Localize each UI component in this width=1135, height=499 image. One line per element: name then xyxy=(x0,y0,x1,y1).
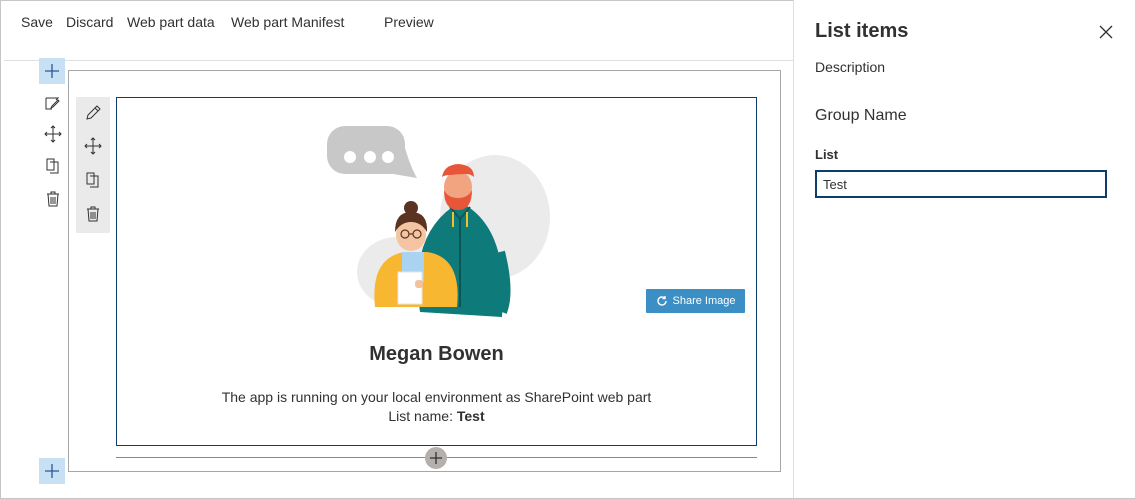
discard-button[interactable]: Discard xyxy=(66,14,113,30)
web-part-data-button[interactable]: Web part data xyxy=(127,14,215,30)
preview-button[interactable]: Preview xyxy=(384,14,434,30)
people-illustration xyxy=(327,126,550,317)
delete-section-icon[interactable] xyxy=(43,189,63,209)
list-name-label: List name: xyxy=(388,408,453,424)
add-icon xyxy=(430,452,442,464)
add-section-bottom-button[interactable] xyxy=(39,458,65,484)
panel-title: List items xyxy=(815,20,909,42)
duplicate-icon[interactable] xyxy=(83,170,103,190)
list-name-row: List name: Test xyxy=(116,407,757,426)
move-icon[interactable] xyxy=(83,136,103,156)
panel-description: Description xyxy=(815,59,886,75)
property-pane: List items Description Group Name List xyxy=(793,0,1135,498)
close-icon[interactable] xyxy=(1096,22,1116,42)
edit-section-icon[interactable] xyxy=(43,94,63,114)
move-section-icon[interactable] xyxy=(43,124,63,144)
canvas-top-border xyxy=(4,60,793,61)
web-part-toolbar xyxy=(76,97,110,233)
share-image-label: Share Image xyxy=(672,295,736,307)
save-button[interactable]: Save xyxy=(21,14,53,30)
share-image-button[interactable]: Share Image xyxy=(646,289,745,313)
duplicate-section-icon[interactable] xyxy=(43,156,63,176)
list-field-label: List xyxy=(815,147,839,162)
edit-icon[interactable] xyxy=(83,103,103,123)
list-name-value: Test xyxy=(456,408,485,424)
web-part-manifest-button[interactable]: Web part Manifest xyxy=(231,14,344,30)
delete-icon[interactable] xyxy=(83,204,103,224)
web-part-description: The app is running on your local environ… xyxy=(221,389,652,405)
group-name: Group Name xyxy=(815,107,907,124)
command-bar: Save Discard Web part data Web part Mani… xyxy=(0,0,793,46)
add-section-top-button[interactable] xyxy=(39,58,65,84)
add-icon xyxy=(45,64,59,78)
add-web-part-button[interactable] xyxy=(425,447,447,469)
list-field-input[interactable] xyxy=(815,170,1107,198)
refresh-icon xyxy=(656,296,667,306)
add-icon xyxy=(45,464,59,478)
person-name: Megan Bowen xyxy=(369,343,504,365)
